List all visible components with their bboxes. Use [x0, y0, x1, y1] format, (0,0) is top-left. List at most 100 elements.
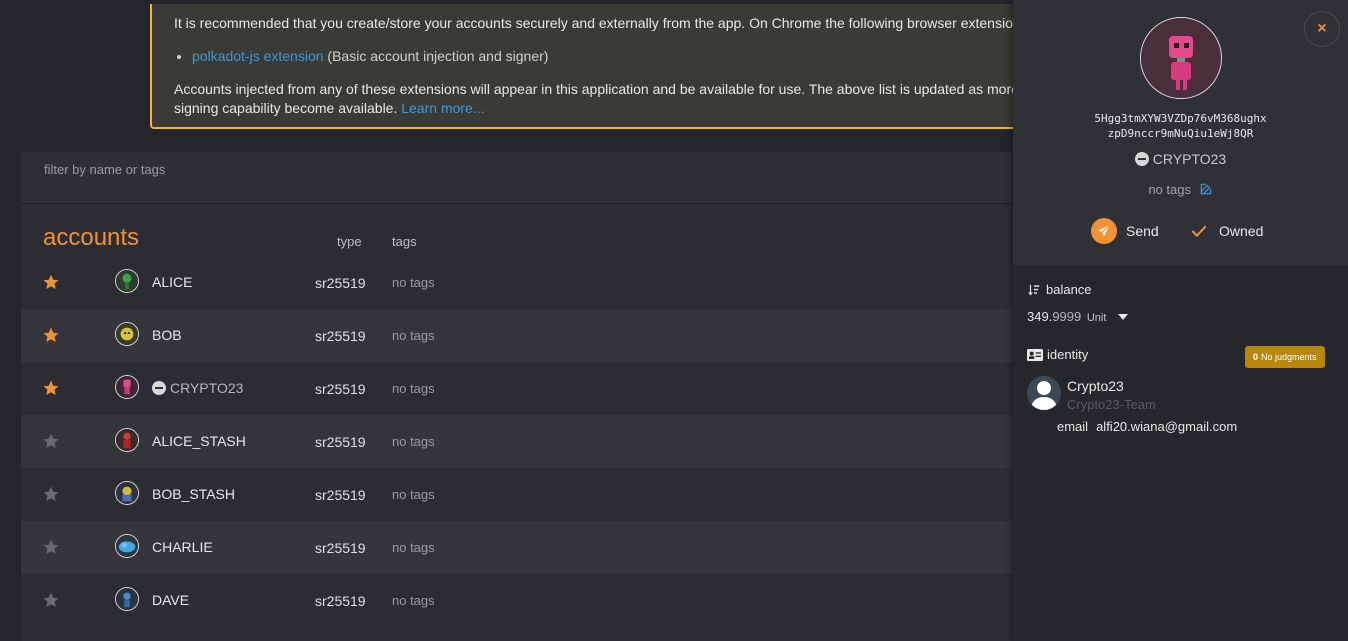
judgment-count: 0 [1253, 352, 1259, 362]
paper-plane-icon [1091, 218, 1117, 244]
account-type: sr25519 [315, 540, 366, 556]
page: It is recommended that you create/store … [0, 0, 1348, 641]
check-icon [1191, 225, 1207, 238]
owned-status: Owned [1191, 218, 1263, 244]
accounts-title: accounts [43, 224, 140, 251]
identity-section-label: identity [1027, 347, 1088, 362]
account-tags: no tags [392, 540, 435, 555]
account-tags-display: no tags [1013, 182, 1348, 197]
identity-team: Crypto23-Team [1067, 397, 1156, 412]
account-sidebar: × 5Hgg3tmXYW3VZDp76vM368ughx zpD9nccr9mN… [1013, 0, 1348, 641]
email-key: email [1057, 419, 1089, 434]
edit-icon[interactable] [1199, 182, 1213, 196]
identity-email: email alfi20.wiana@gmail.com [1057, 419, 1237, 434]
table-row[interactable]: DAVE sr25519 no tags [21, 574, 1021, 627]
account-name[interactable]: DAVE [152, 592, 189, 608]
account-type: sr25519 [315, 381, 366, 397]
table-row[interactable]: BOB sr25519 no tags [21, 309, 1021, 362]
identicon-avatar [115, 375, 139, 399]
column-header-type: type [337, 234, 362, 249]
address-line-2: zpD9nccr9mNuQiu1eWj8QR [1107, 127, 1254, 140]
account-type: sr25519 [315, 593, 366, 609]
judgment-label: No judgments [1261, 352, 1317, 362]
account-type: sr25519 [315, 487, 366, 503]
judgment-badge: 0 No judgments [1245, 346, 1325, 368]
account-address[interactable]: 5Hgg3tmXYW3VZDp76vM368ughx zpD9nccr9mNuQ… [1013, 111, 1348, 141]
account-name[interactable]: ALICE_STASH [152, 433, 246, 449]
balance-unit: Unit [1086, 312, 1107, 324]
account-name[interactable]: CHARLIE [152, 539, 213, 555]
account-tags: no tags [392, 487, 435, 502]
account-name[interactable]: CRYPTO23 [152, 380, 243, 396]
identicon-avatar [115, 481, 139, 505]
extension-warning-banner: It is recommended that you create/store … [150, 4, 1050, 129]
account-tags: no tags [392, 434, 435, 449]
account-type: sr25519 [315, 434, 366, 450]
star-icon[interactable] [42, 326, 60, 344]
table-row[interactable]: BOB_STASH sr25519 no tags [21, 468, 1021, 521]
extension-list: polkadot-js extension (Basic account inj… [192, 47, 1048, 66]
address-line-1: 5Hgg3tmXYW3VZDp76vM368ughx [1094, 112, 1267, 125]
account-name[interactable]: ALICE [152, 274, 192, 290]
balance-integer: 349. [1027, 309, 1053, 324]
account-tags: no tags [392, 381, 435, 396]
caret-down-icon[interactable] [1118, 314, 1129, 320]
column-header-tags: tags [392, 234, 417, 249]
account-rows: ALICE sr25519 no tags BOB sr25519 no tag… [21, 256, 1021, 627]
account-tags: no tags [392, 328, 435, 343]
no-identity-icon [152, 381, 166, 395]
balance-section-label: balance [1027, 282, 1092, 297]
balance-value[interactable]: 349.9999 Unit [1027, 309, 1129, 324]
id-card-icon [1027, 348, 1043, 361]
send-button[interactable]: Send [1091, 218, 1159, 244]
banner-line-3-text: signing capability become available. [174, 100, 398, 116]
table-row[interactable]: CHARLIE sr25519 no tags [21, 521, 1021, 574]
identity-name: Crypto23 [1067, 378, 1124, 394]
balance-label-text: balance [1046, 282, 1092, 297]
account-type: sr25519 [315, 275, 366, 291]
identity-avatar [1027, 376, 1061, 410]
email-value[interactable]: alfi20.wiana@gmail.com [1096, 419, 1237, 434]
account-tags: no tags [392, 275, 435, 290]
account-name[interactable]: BOB_STASH [152, 486, 235, 502]
account-name-text: CRYPTO23 [170, 380, 244, 396]
filter-input[interactable]: filter by name or tags [21, 152, 1021, 204]
account-name[interactable]: BOB [152, 327, 182, 343]
close-button[interactable]: × [1304, 11, 1340, 47]
star-icon[interactable] [42, 379, 60, 397]
account-avatar-large [1140, 17, 1222, 99]
star-icon[interactable] [42, 432, 60, 450]
identicon-avatar [115, 269, 139, 293]
star-icon[interactable] [42, 273, 60, 291]
account-display-name: CRYPTO23 [1013, 151, 1348, 167]
banner-line-3: signing capability become available. Lea… [174, 99, 1048, 118]
banner-line-2: Accounts injected from any of these exte… [174, 81, 1019, 97]
account-type: sr25519 [315, 328, 366, 344]
send-label: Send [1126, 223, 1159, 239]
table-row[interactable]: CRYPTO23 sr25519 no tags [21, 362, 1021, 415]
star-icon[interactable] [42, 485, 60, 503]
no-identity-icon [1134, 152, 1149, 166]
extension-description: (Basic account injection and signer) [327, 48, 549, 64]
table-row[interactable]: ALICE sr25519 no tags [21, 256, 1021, 309]
balance-decimal: 9999 [1052, 309, 1082, 324]
tags-text: no tags [1148, 182, 1192, 197]
accounts-table: filter by name or tags accounts type tag… [21, 152, 1021, 641]
star-icon[interactable] [42, 591, 60, 609]
star-icon[interactable] [42, 538, 60, 556]
identicon-avatar [115, 534, 139, 558]
identicon-avatar [115, 322, 139, 346]
sort-amount-icon [1028, 284, 1040, 296]
sidebar-header: × 5Hgg3tmXYW3VZDp76vM368ughx zpD9nccr9mN… [1013, 0, 1348, 265]
owned-label: Owned [1219, 223, 1264, 239]
account-display-name-text: CRYPTO23 [1152, 151, 1227, 167]
identity-label-text: identity [1047, 347, 1089, 362]
identicon-avatar [115, 587, 139, 611]
table-header: accounts type tags [21, 224, 1021, 260]
learn-more-link[interactable]: Learn more... [401, 100, 484, 116]
account-tags: no tags [392, 593, 435, 608]
polkadot-extension-link[interactable]: polkadot-js extension [192, 48, 324, 64]
table-row[interactable]: ALICE_STASH sr25519 no tags [21, 415, 1021, 468]
banner-line-1: It is recommended that you create/store … [174, 15, 1013, 31]
identicon-avatar [115, 428, 139, 452]
